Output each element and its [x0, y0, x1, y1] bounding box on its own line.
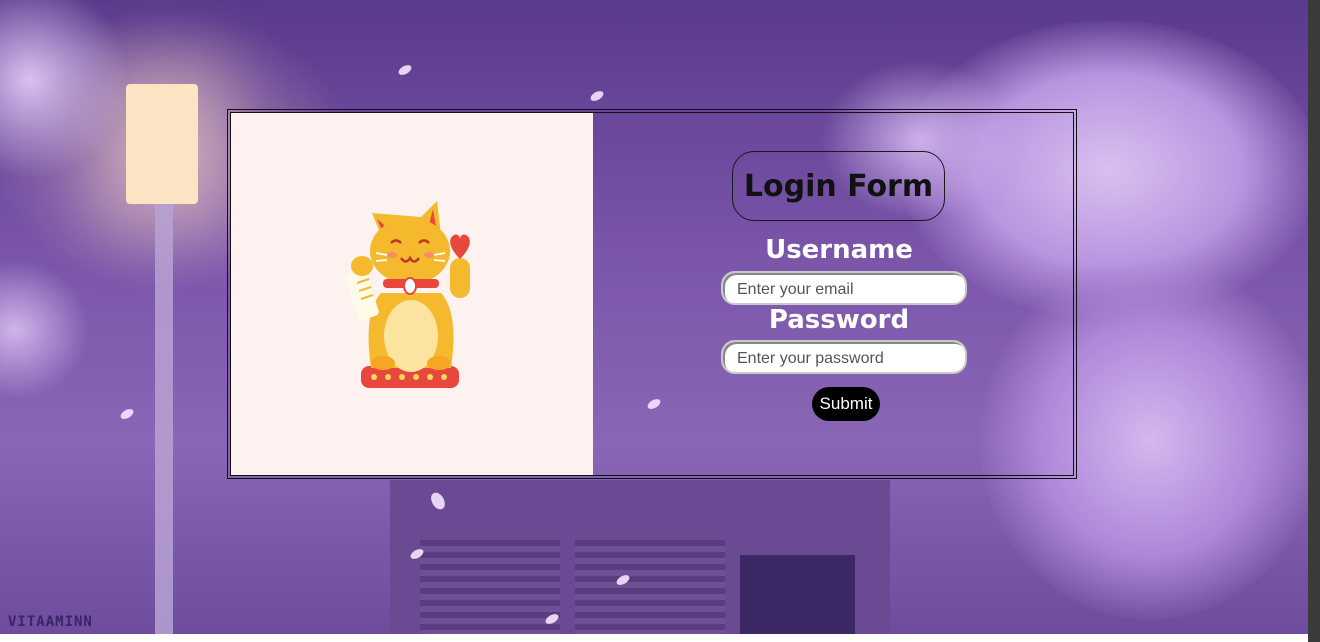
falling-petal	[396, 63, 414, 77]
house-window	[740, 555, 855, 634]
falling-petal	[118, 407, 136, 421]
house-shutter	[575, 540, 725, 634]
falling-petal	[588, 89, 606, 103]
username-label: Username	[765, 235, 913, 265]
bottom-strip	[0, 634, 1308, 642]
password-label: Password	[768, 305, 910, 335]
blossom-cluster	[0, 260, 90, 400]
login-card: Login Form Username Password Submit	[227, 109, 1077, 479]
submit-button[interactable]: Submit	[812, 387, 880, 421]
scrollbar[interactable]	[1308, 0, 1320, 642]
house-shutter	[420, 540, 560, 634]
blossom-cluster	[0, 0, 130, 180]
form-title: Login Form	[732, 151, 945, 221]
image-panel	[231, 113, 593, 475]
login-form: Login Form Username Password Submit	[593, 113, 1073, 475]
maneki-neko-cat-icon	[345, 201, 470, 388]
username-input[interactable]	[721, 271, 967, 305]
watermark: VITAAMINN	[8, 614, 93, 630]
street-lamp	[126, 84, 198, 204]
password-input[interactable]	[721, 340, 967, 374]
lamp-pole	[155, 204, 173, 634]
